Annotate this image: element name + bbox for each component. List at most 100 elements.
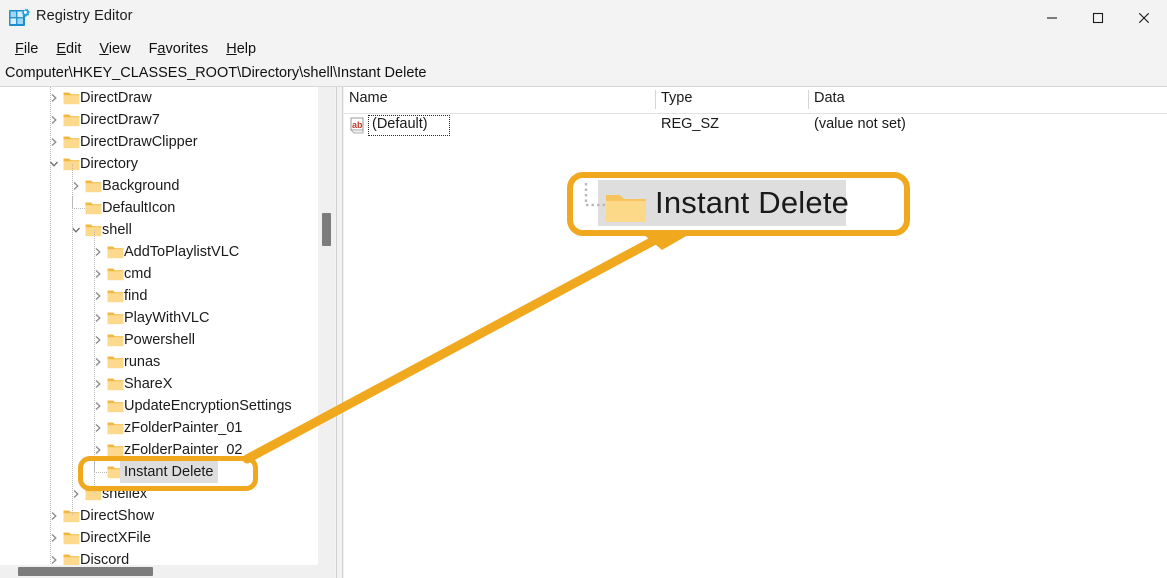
tree-item-label: shellex <box>102 483 147 505</box>
folder-icon <box>63 531 80 545</box>
maximize-button[interactable] <box>1075 0 1121 36</box>
tree-horizontal-scrollbar[interactable] <box>0 565 335 578</box>
tree-item-background[interactable]: Background <box>0 175 318 197</box>
tree-item-label: Instant Delete <box>120 461 218 483</box>
chevron-right-icon[interactable] <box>90 263 106 285</box>
menu-help[interactable]: Help <box>217 39 265 59</box>
chevron-right-icon[interactable] <box>46 505 62 527</box>
value-type: REG_SZ <box>661 116 719 132</box>
tree-guide <box>72 208 85 209</box>
chevron-right-icon[interactable] <box>90 417 106 439</box>
registry-values-pane[interactable]: Name Type Data ab (Default) REG_SZ (valu <box>344 87 1167 578</box>
registry-editor-icon <box>8 7 30 29</box>
tree-item-updateencryptionsettings[interactable]: UpdateEncryptionSettings <box>0 395 318 417</box>
column-divider-2[interactable] <box>808 90 809 109</box>
column-header-data[interactable]: Data <box>814 90 845 106</box>
menu-favorites-rest: vorites <box>166 41 209 57</box>
tree-item-label: Background <box>102 175 179 197</box>
chevron-right-icon[interactable] <box>46 131 62 153</box>
menu-file[interactable]: File <box>6 39 47 59</box>
address-bar[interactable]: Computer\HKEY_CLASSES_ROOT\Directory\she… <box>0 62 1167 87</box>
tree-item-zfolderpainter-02[interactable]: zFolderPainter_02 <box>0 439 318 461</box>
tree-item-label: Powershell <box>124 329 195 351</box>
tree-item-label: DirectDraw <box>80 87 152 109</box>
chevron-right-icon[interactable] <box>90 439 106 461</box>
tree-item-directdraw[interactable]: DirectDraw <box>0 87 318 109</box>
chevron-right-icon[interactable] <box>90 373 106 395</box>
column-header-name[interactable]: Name <box>349 90 388 106</box>
pane-splitter[interactable] <box>336 87 343 578</box>
tree-item-directxfile[interactable]: DirectXFile <box>0 527 318 549</box>
tree-indent-guide <box>72 164 73 516</box>
tree-item-powershell[interactable]: Powershell <box>0 329 318 351</box>
folder-icon <box>107 377 124 391</box>
tree-item-addtoplaylistvlc[interactable]: AddToPlaylistVLC <box>0 241 318 263</box>
menu-favorites[interactable]: Favorites <box>140 39 218 59</box>
tree-item-label: zFolderPainter_02 <box>124 439 243 461</box>
menu-file-mnemonic: F <box>15 41 24 57</box>
menu-bar: File Edit View Favorites Help <box>0 36 1167 62</box>
close-button[interactable] <box>1121 0 1167 36</box>
chevron-right-icon[interactable] <box>46 109 62 131</box>
tree-horizontal-scroll-thumb[interactable] <box>18 567 153 576</box>
tree-item-sharex[interactable]: ShareX <box>0 373 318 395</box>
tree-vertical-scroll-thumb[interactable] <box>322 213 331 246</box>
chevron-right-icon[interactable] <box>68 483 84 505</box>
tree-item-directory[interactable]: Directory <box>0 153 318 175</box>
tree-item-shellex[interactable]: shellex <box>0 483 318 505</box>
tree-item-label: Discord <box>80 549 129 565</box>
folder-icon <box>107 355 124 369</box>
folder-icon <box>107 245 124 259</box>
tree-item-cmd[interactable]: cmd <box>0 263 318 285</box>
chevron-right-icon[interactable] <box>90 307 106 329</box>
folder-icon <box>107 267 124 281</box>
column-header-type[interactable]: Type <box>661 90 692 106</box>
tree-item-shell[interactable]: shell <box>0 219 318 241</box>
menu-view[interactable]: View <box>90 39 139 59</box>
menu-view-rest: iew <box>109 41 131 57</box>
tree-item-directdrawclipper[interactable]: DirectDrawClipper <box>0 131 318 153</box>
tree-item-directdraw7[interactable]: DirectDraw7 <box>0 109 318 131</box>
tree-item-label: runas <box>124 351 160 373</box>
tree-item-runas[interactable]: runas <box>0 351 318 373</box>
chevron-right-icon[interactable] <box>90 285 106 307</box>
tree-item-defaulticon[interactable]: DefaultIcon <box>0 197 318 219</box>
tree-item-label: cmd <box>124 263 151 285</box>
folder-icon <box>63 91 80 105</box>
menu-edit-rest: dit <box>66 41 81 57</box>
value-data: (value not set) <box>814 116 906 132</box>
tree-item-zfolderpainter-01[interactable]: zFolderPainter_01 <box>0 417 318 439</box>
registry-tree-pane[interactable]: DirectDrawDirectDraw7DirectDrawClipperDi… <box>0 87 318 565</box>
chevron-right-icon[interactable] <box>90 395 106 417</box>
registry-path: Computer\HKEY_CLASSES_ROOT\Directory\she… <box>5 65 426 81</box>
menu-edit[interactable]: Edit <box>47 39 90 59</box>
tree-item-label: DefaultIcon <box>102 197 175 219</box>
menu-edit-mnemonic: E <box>56 41 66 57</box>
chevron-right-icon[interactable] <box>46 549 62 565</box>
tree-item-directshow[interactable]: DirectShow <box>0 505 318 527</box>
tree-item-label: DirectDraw7 <box>80 109 160 131</box>
tree-item-instant-delete[interactable]: Instant Delete <box>0 461 318 483</box>
column-divider-1[interactable] <box>655 90 656 109</box>
table-row[interactable]: ab (Default) REG_SZ (value not set) <box>344 113 1167 139</box>
tree-item-label: ShareX <box>124 373 172 395</box>
folder-icon <box>63 113 80 127</box>
tree-indent-guide <box>50 87 51 565</box>
chevron-right-icon[interactable] <box>90 241 106 263</box>
folder-icon <box>107 311 124 325</box>
tree-item-find[interactable]: find <box>0 285 318 307</box>
chevron-right-icon[interactable] <box>46 527 62 549</box>
registry-editor-window: Registry Editor File Edit View Favorites… <box>0 0 1167 578</box>
chevron-right-icon[interactable] <box>46 87 62 109</box>
tree-vertical-scrollbar[interactable] <box>318 87 335 565</box>
tree-guide <box>94 472 107 473</box>
minimize-button[interactable] <box>1029 0 1075 36</box>
tree-item-discord[interactable]: Discord <box>0 549 318 565</box>
tree-item-label: zFolderPainter_01 <box>124 417 243 439</box>
chevron-right-icon[interactable] <box>90 329 106 351</box>
chevron-right-icon[interactable] <box>90 351 106 373</box>
chevron-right-icon[interactable] <box>68 175 84 197</box>
chevron-down-icon[interactable] <box>68 219 84 241</box>
tree-item-playwithvlc[interactable]: PlayWithVLC <box>0 307 318 329</box>
chevron-down-icon[interactable] <box>46 153 62 175</box>
